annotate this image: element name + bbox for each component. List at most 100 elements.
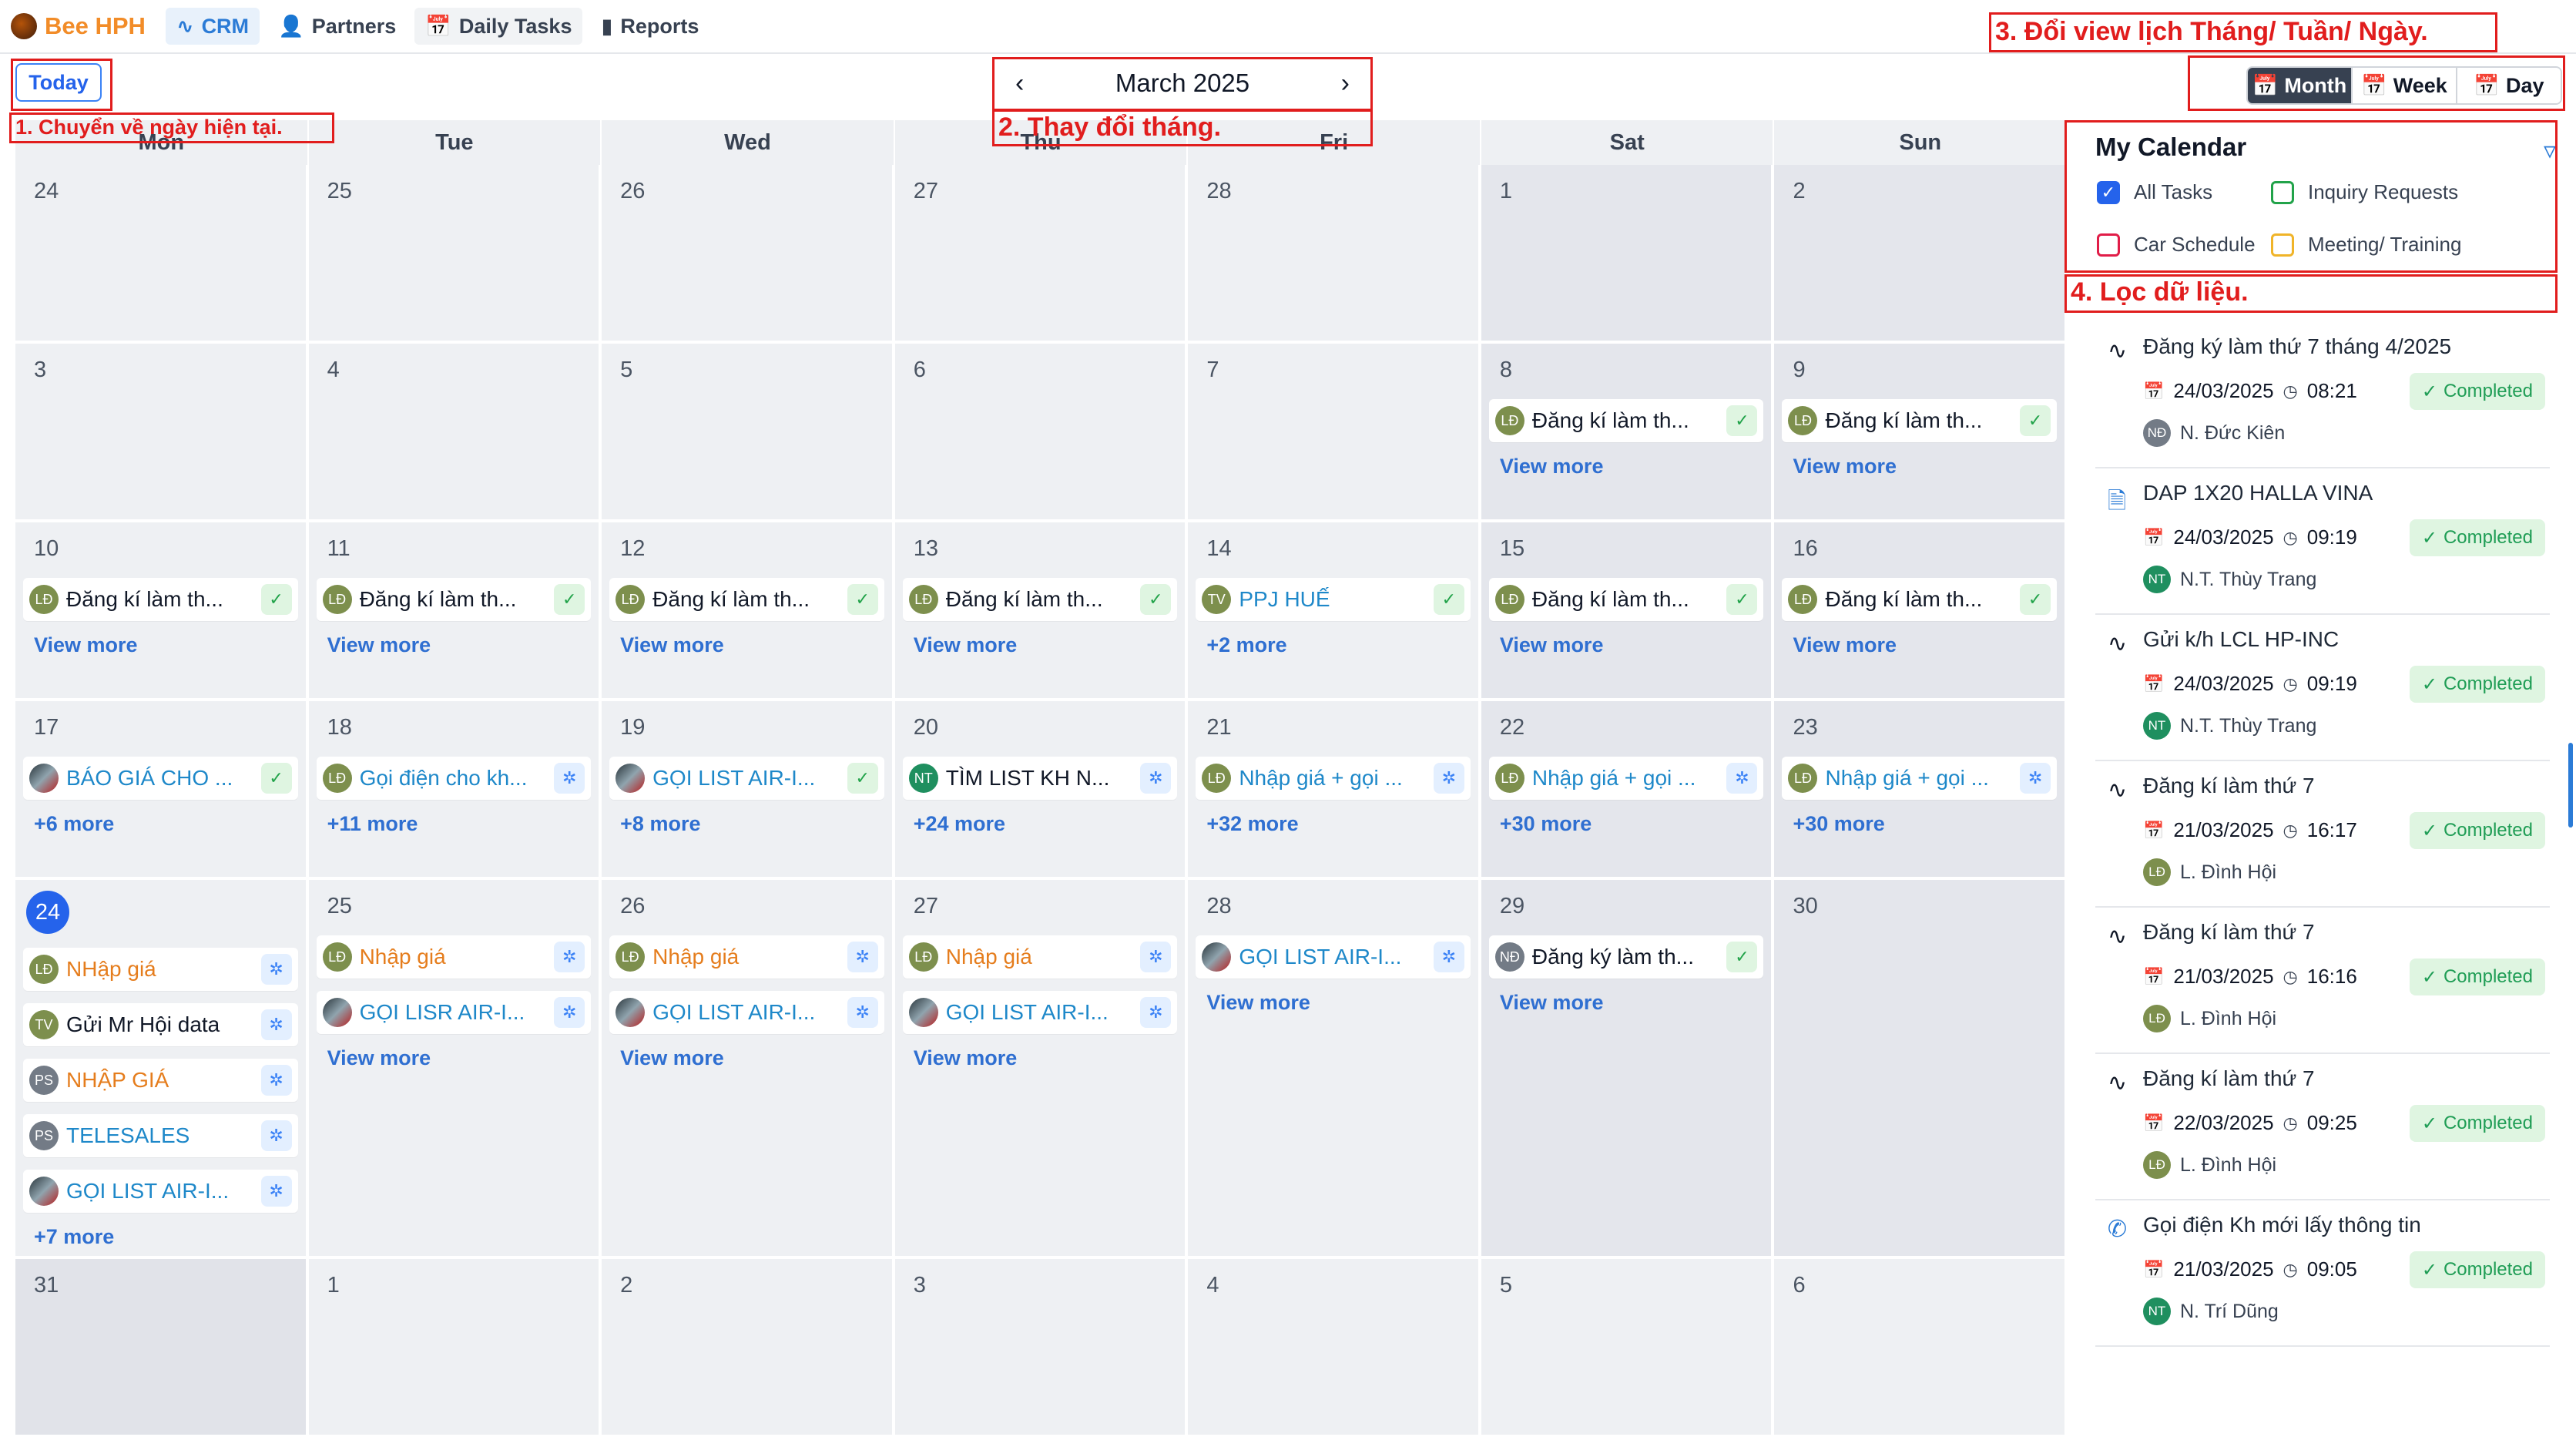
task-item[interactable]: ∿ Đăng kí làm thứ 7 📅 21/03/2025 ◷ 16:17 ✓ Comp… (2095, 763, 2550, 908)
day-cell[interactable]: 5 (1481, 1259, 1775, 1438)
view-more-link[interactable]: +7 more (34, 1225, 298, 1249)
day-cell[interactable]: 20 NT TÌM LIST KH N... ✲ +24 more (894, 701, 1189, 880)
day-cell[interactable]: 7 (1188, 344, 1481, 522)
day-cell[interactable]: 26 (602, 165, 895, 344)
scrollbar-thumb[interactable] (2568, 743, 2573, 828)
calendar-event[interactable]: LĐ Đăng kí làm th... ✓ (902, 578, 1178, 621)
calendar-event[interactable]: TV Gửi Mr Hội data ✲ (23, 1003, 298, 1046)
view-more-link[interactable]: View more (1500, 455, 1764, 478)
day-cell[interactable]: 25 (308, 165, 602, 344)
view-more-link[interactable]: +32 more (1206, 812, 1471, 836)
day-cell[interactable]: 27 LĐ Nhập giá ✲ GỌI LIST AIR-I... ✲ View more (894, 880, 1189, 1259)
day-cell[interactable]: 3 (894, 1259, 1189, 1438)
view-more-link[interactable]: View more (1500, 991, 1764, 1015)
view-more-link[interactable]: View more (1793, 633, 2057, 657)
day-cell[interactable]: 14 TV PPJ HUẾ ✓ +2 more (1188, 522, 1481, 701)
view-more-link[interactable]: +24 more (914, 812, 1178, 836)
view-more-link[interactable]: View more (914, 633, 1178, 657)
nav-partners[interactable]: 👤 Partners (267, 8, 407, 45)
view-more-link[interactable]: View more (1500, 633, 1764, 657)
view-more-link[interactable]: View more (914, 1046, 1178, 1070)
day-cell[interactable]: 11 LĐ Đăng kí làm th... ✓ View more (308, 522, 602, 701)
view-more-link[interactable]: View more (620, 633, 884, 657)
calendar-event[interactable]: LĐ NHập giá ✲ (23, 948, 298, 991)
view-more-link[interactable]: +2 more (1206, 633, 1471, 657)
day-cell[interactable]: 1 (1481, 165, 1775, 344)
view-more-link[interactable]: +30 more (1793, 812, 2057, 836)
day-cell[interactable]: 1 (308, 1259, 602, 1438)
day-cell[interactable]: 6 (1774, 1259, 2068, 1438)
calendar-event[interactable]: LĐ Nhập giá ✲ (609, 935, 884, 979)
day-cell[interactable]: 31 (15, 1259, 309, 1438)
day-cell[interactable]: 3 (15, 344, 309, 522)
view-more-link[interactable]: View more (1206, 991, 1471, 1015)
day-cell[interactable]: 4 (1188, 1259, 1481, 1438)
calendar-event[interactable]: GỌI LIST AIR-I... ✲ (1196, 935, 1471, 979)
calendar-event[interactable]: LĐ Đăng kí làm th... ✓ (609, 578, 884, 621)
calendar-event[interactable]: LĐ Nhập giá + gọi ... ✲ (1782, 757, 2058, 800)
day-cell[interactable]: 19 GỌI LIST AIR-I... ✓ +8 more (602, 701, 895, 880)
brand[interactable]: Bee HPH (11, 12, 146, 40)
day-cell[interactable]: 22 LĐ Nhập giá + gọi ... ✲ +30 more (1481, 701, 1775, 880)
day-cell[interactable]: 10 LĐ Đăng kí làm th... ✓ View more (15, 522, 309, 701)
nav-daily-tasks[interactable]: 📅 Daily Tasks (414, 8, 583, 45)
calendar-event[interactable]: LĐ Đăng kí làm th... ✓ (1782, 399, 2058, 442)
calendar-event[interactable]: GỌI LISR AIR-I... ✲ (316, 991, 592, 1034)
calendar-event[interactable]: PS TELESALES ✲ (23, 1114, 298, 1157)
day-cell[interactable]: 24 (15, 165, 309, 344)
task-item[interactable]: 🗎 DAP 1X20 HALLA VINA 📅 24/03/2025 ◷ 09:19 ✓ Co… (2095, 470, 2550, 615)
nav-reports[interactable]: ▮ Reports (590, 8, 709, 45)
task-item[interactable]: ∿ Đăng kí làm thứ 7 📅 21/03/2025 ◷ 16:16 ✓ Comp… (2095, 909, 2550, 1054)
view-more-link[interactable]: View more (34, 633, 298, 657)
day-cell[interactable]: 21 LĐ Nhập giá + gọi ... ✲ +32 more (1188, 701, 1481, 880)
calendar-event[interactable]: LĐ Gọi điện cho kh... ✲ (316, 757, 592, 800)
day-cell[interactable]: 29 NĐ Đăng ký làm th... ✓ View more (1481, 880, 1775, 1259)
day-cell[interactable]: 2 (602, 1259, 895, 1438)
task-item[interactable]: ∿ Gửi k/h LCL HP-INC 📅 24/03/2025 ◷ 09:19 ✓ Com… (2095, 616, 2550, 761)
calendar-event[interactable]: NT TÌM LIST KH N... ✲ (902, 757, 1178, 800)
calendar-event[interactable]: TV PPJ HUẾ ✓ (1196, 578, 1471, 621)
day-cell[interactable]: 16 LĐ Đăng kí làm th... ✓ View more (1774, 522, 2068, 701)
calendar-event[interactable]: LĐ Nhập giá ✲ (902, 935, 1178, 979)
calendar-event[interactable]: GỌI LIST AIR-I... ✲ (902, 991, 1178, 1034)
view-more-link[interactable]: View more (620, 1046, 884, 1070)
calendar-event[interactable]: LĐ Nhập giá + gọi ... ✲ (1196, 757, 1471, 800)
view-more-link[interactable]: +11 more (327, 812, 592, 836)
calendar-event[interactable]: LĐ Đăng kí làm th... ✓ (1782, 578, 2058, 621)
calendar-event[interactable]: GỌI LIST AIR-I... ✲ (609, 991, 884, 1034)
day-cell[interactable]: 6 (894, 344, 1189, 522)
calendar-event[interactable]: NĐ Đăng ký làm th... ✓ (1488, 935, 1764, 979)
view-more-link[interactable]: View more (1793, 455, 2057, 478)
calendar-event[interactable]: GỌI LIST AIR-I... ✓ (609, 757, 884, 800)
task-item[interactable]: ✆ Gọi điện Kh mới lấy thông tin 📅 21/03/202… (2095, 1202, 2550, 1347)
day-cell[interactable]: 12 LĐ Đăng kí làm th... ✓ View more (602, 522, 895, 701)
calendar-event[interactable]: LĐ Nhập giá ✲ (316, 935, 592, 979)
day-cell[interactable]: 26 LĐ Nhập giá ✲ GỌI LIST AIR-I... ✲ View more (602, 880, 895, 1259)
calendar-event[interactable]: GỌI LIST AIR-I... ✲ (23, 1170, 298, 1213)
calendar-event[interactable]: LĐ Đăng kí làm th... ✓ (23, 578, 298, 621)
day-cell[interactable]: 28 GỌI LIST AIR-I... ✲ View more (1188, 880, 1481, 1259)
view-more-link[interactable]: View more (327, 1046, 592, 1070)
task-item[interactable]: ∿ Đăng ký làm thứ 7 tháng 4/2025 📅 24/03/20… (2095, 324, 2550, 468)
day-cell[interactable]: 18 LĐ Gọi điện cho kh... ✲ +11 more (308, 701, 602, 880)
view-more-link[interactable]: +6 more (34, 812, 298, 836)
calendar-event[interactable]: LĐ Đăng kí làm th... ✓ (1488, 578, 1764, 621)
day-cell[interactable]: 30 (1774, 880, 2068, 1259)
nav-crm[interactable]: ∿ CRM (165, 8, 260, 45)
calendar-event[interactable]: LĐ Đăng kí làm th... ✓ (316, 578, 592, 621)
day-cell[interactable]: 24 LĐ NHập giá ✲ TV Gửi Mr Hội data ✲ PS NHẬP GI… (15, 880, 309, 1259)
day-cell[interactable]: 2 (1774, 165, 2068, 344)
day-cell[interactable]: 15 LĐ Đăng kí làm th... ✓ View more (1481, 522, 1775, 701)
day-cell[interactable]: 5 (602, 344, 895, 522)
calendar-event[interactable]: BÁO GIÁ CHO ... ✓ (23, 757, 298, 800)
day-cell[interactable]: 13 LĐ Đăng kí làm th... ✓ View more (894, 522, 1189, 701)
calendar-event[interactable]: LĐ Nhập giá + gọi ... ✲ (1488, 757, 1764, 800)
day-cell[interactable]: 17 BÁO GIÁ CHO ... ✓ +6 more (15, 701, 309, 880)
day-cell[interactable]: 9 LĐ Đăng kí làm th... ✓ View more (1774, 344, 2068, 522)
view-more-link[interactable]: +8 more (620, 812, 884, 836)
day-cell[interactable]: 27 (894, 165, 1189, 344)
calendar-event[interactable]: LĐ Đăng kí làm th... ✓ (1488, 399, 1764, 442)
task-item[interactable]: ∿ Đăng kí làm thứ 7 📅 22/03/2025 ◷ 09:25 ✓ Comp… (2095, 1056, 2550, 1200)
day-cell[interactable]: 28 (1188, 165, 1481, 344)
day-cell[interactable]: 25 LĐ Nhập giá ✲ GỌI LISR AIR-I... ✲ View more (308, 880, 602, 1259)
